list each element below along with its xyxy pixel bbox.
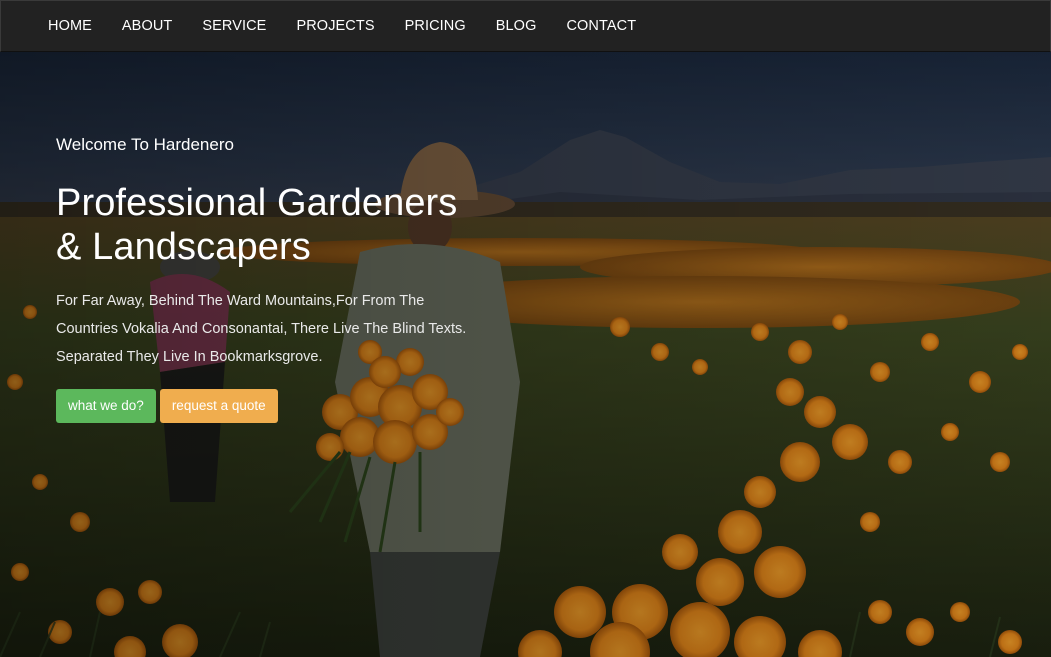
- nav-item-projects[interactable]: PROJECTS: [296, 1, 374, 51]
- hero-description-line-2: Countries Vokalia And Consonantai, There…: [56, 321, 467, 337]
- hero-headline-line-1: Professional Gardeners: [56, 182, 458, 224]
- hero-description-line-1: For Far Away, Behind The Ward Mountains,…: [56, 293, 425, 309]
- nav-item-blog[interactable]: BLOG: [496, 1, 537, 51]
- hero-headline: Professional Gardeners & Landscapers: [56, 181, 526, 269]
- hero-section: Welcome To Hardenero Professional Garden…: [0, 52, 1051, 657]
- nav-item-service[interactable]: SERVICE: [202, 1, 266, 51]
- nav-item-pricing[interactable]: PRICING: [405, 1, 466, 51]
- page: HOME ABOUT SERVICE PROJECTS PRICING BLOG…: [0, 0, 1051, 657]
- top-navbar: HOME ABOUT SERVICE PROJECTS PRICING BLOG…: [0, 0, 1051, 52]
- hero-description: For Far Away, Behind The Ward Mountains,…: [56, 287, 526, 371]
- what-we-do-button[interactable]: what we do?: [56, 389, 156, 423]
- hero-welcome-text: Welcome To Hardenero: [56, 135, 234, 154]
- hero-cta-row: what we do? request a quote: [56, 389, 526, 423]
- hero-description-line-3: Separated They Live In Bookmarksgrove.: [56, 349, 323, 365]
- nav-item-about[interactable]: ABOUT: [122, 1, 172, 51]
- nav-list: HOME ABOUT SERVICE PROJECTS PRICING BLOG…: [1, 1, 1050, 51]
- nav-item-home[interactable]: HOME: [48, 1, 92, 51]
- hero-headline-line-2: & Landscapers: [56, 226, 311, 268]
- nav-item-contact[interactable]: CONTACT: [566, 1, 636, 51]
- request-quote-button[interactable]: request a quote: [159, 389, 278, 423]
- hero-content: Welcome To Hardenero Professional Garden…: [56, 134, 526, 423]
